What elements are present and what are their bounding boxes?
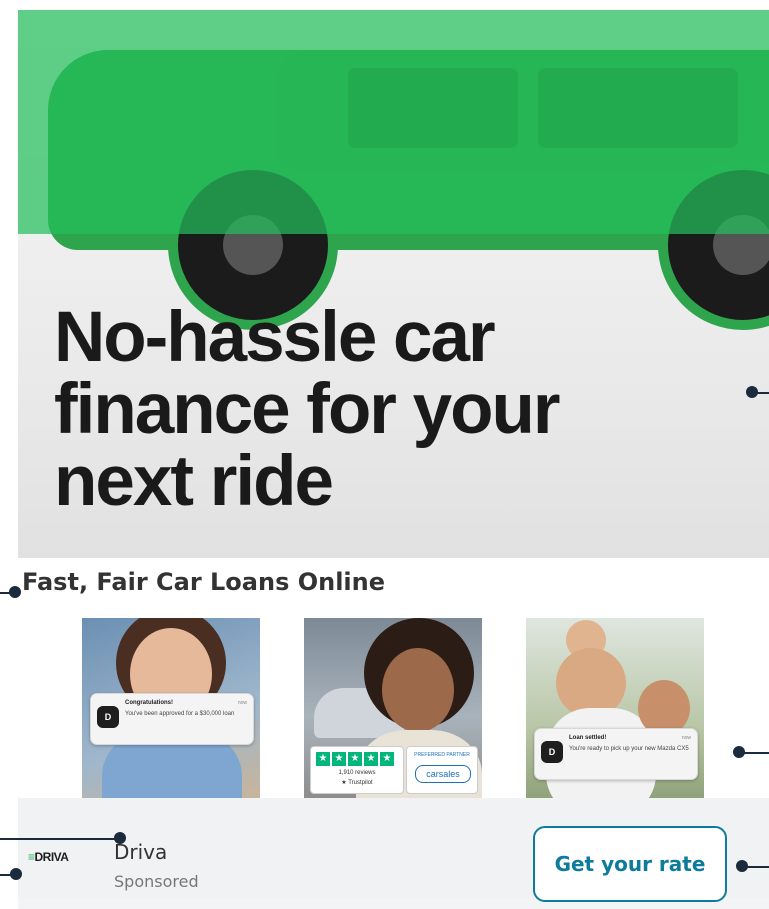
thumbnail-reviews[interactable]: ★ ★ ★ ★ ★ 1,910 reviews ★ Trustpilot PRE… xyxy=(304,618,482,798)
notification-title: Loan settled! xyxy=(569,735,607,741)
trustpilot-badge: ★ ★ ★ ★ ★ 1,910 reviews ★ Trustpilot xyxy=(310,746,404,794)
notification-time: now xyxy=(237,700,247,706)
trustpilot-brand: ★ Trustpilot xyxy=(341,780,373,786)
thumbnail-approval[interactable]: D Congratulations! now You've been appro… xyxy=(82,618,260,798)
callout-dot-logo xyxy=(10,868,22,880)
driva-app-icon: D xyxy=(541,741,563,763)
callout-dot-advertiser xyxy=(114,832,126,844)
green-highlight-overlay xyxy=(18,10,769,234)
star-icon: ★ xyxy=(332,752,346,766)
star-icon: ★ xyxy=(364,752,378,766)
driva-logo[interactable]: ≡DRIVA xyxy=(28,850,69,864)
callout-line-advertiser xyxy=(0,838,116,840)
trustpilot-stars: ★ ★ ★ ★ ★ xyxy=(316,752,394,766)
star-icon: ★ xyxy=(380,752,394,766)
notification-title: Congratulations! xyxy=(125,700,173,706)
partner-label: PREFERRED PARTNER xyxy=(414,752,470,758)
ad-subheading: Fast, Fair Car Loans Online xyxy=(22,568,386,596)
notification-message: You've been approved for a $30,000 loan xyxy=(125,711,235,717)
callout-line-thumbnails xyxy=(744,752,769,754)
sponsored-label: Sponsored xyxy=(114,872,199,891)
carsales-partner-badge: PREFERRED PARTNER carsales xyxy=(406,746,478,794)
settled-notification: D Loan settled! now You're ready to pick… xyxy=(534,728,698,780)
callout-dot-subheading xyxy=(9,586,21,598)
callout-dot-headline xyxy=(746,386,758,398)
driva-app-icon: D xyxy=(97,706,119,728)
get-your-rate-button[interactable]: Get your rate xyxy=(533,826,727,902)
thumbnail-settled[interactable]: D Loan settled! now You're ready to pick… xyxy=(526,618,704,798)
notification-time: now xyxy=(681,735,691,741)
star-icon: ★ xyxy=(348,752,362,766)
review-count: 1,910 reviews xyxy=(338,770,376,776)
trust-badges: ★ ★ ★ ★ ★ 1,910 reviews ★ Trustpilot PRE… xyxy=(310,746,478,794)
notification-message: You're ready to pick up your new Mazda C… xyxy=(569,746,689,752)
approval-notification: D Congratulations! now You've been appro… xyxy=(90,693,254,745)
callout-dot-thumbnails xyxy=(733,746,745,758)
carsales-logo: carsales xyxy=(415,765,471,783)
callout-dot-cta xyxy=(736,860,748,872)
hero-image: No-hassle car finance for your next ride xyxy=(18,10,769,558)
driva-logo-text: DRIVA xyxy=(34,850,69,864)
star-icon: ★ xyxy=(316,752,330,766)
ad-headline: No-hassle car finance for your next ride xyxy=(54,298,561,521)
